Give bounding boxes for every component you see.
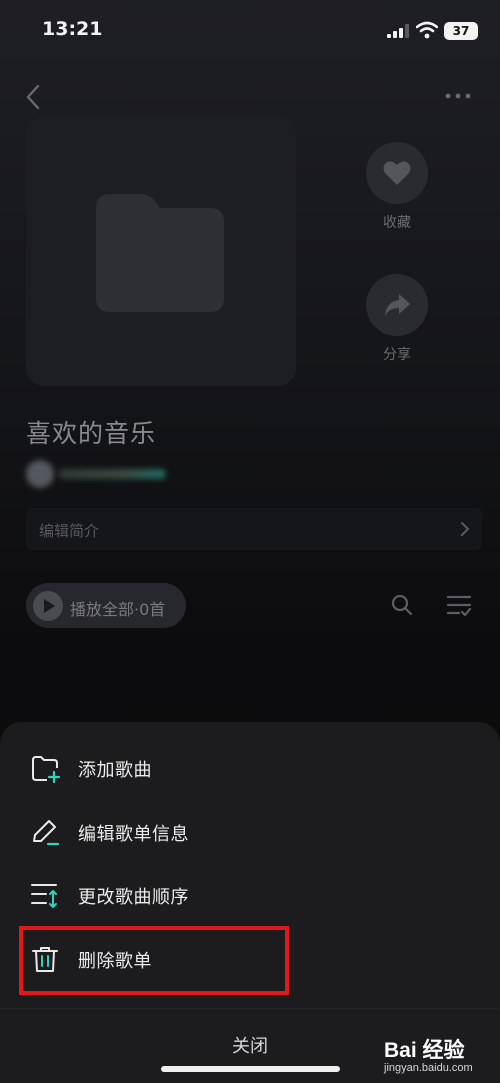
pencil-icon [33,820,60,846]
status-bar: 13:21 37 [0,0,500,62]
close-button[interactable]: 关闭 [200,1032,300,1062]
screen: 13:21 37 收藏 分享 喜欢的音乐 编辑简介 播放全部·0首 添加歌曲 编… [0,0,500,1083]
watermark-logo: Bai 经验 [384,1039,465,1062]
sort-list-icon[interactable] [445,592,473,620]
add-songs-label: 添加歌曲 [78,760,152,781]
favorite-label: 收藏 [383,215,411,231]
folder-icon [96,194,224,312]
creator-info[interactable] [26,460,171,488]
sheet-divider [0,1008,500,1009]
share-circle [366,274,428,336]
status-time: 13:21 [42,18,103,40]
reorder-icon [31,884,57,908]
play-all-label: 播放全部·0首 [70,600,166,619]
favorite-button[interactable]: 收藏 [364,142,430,232]
watermark-url: jingyan.baidu.com [384,1062,473,1074]
playlist-cover [26,116,296,386]
highlight-annotation-box [19,926,289,995]
home-indicator [161,1066,340,1072]
chevron-right-icon [461,522,470,536]
bottom-sheet: 添加歌曲 编辑歌单信息 更改歌曲顺序 删除歌单 关闭 [0,722,500,1083]
share-label: 分享 [383,347,411,363]
share-button[interactable]: 分享 [364,274,430,364]
edit-intro-row[interactable]: 编辑简介 [26,508,482,550]
play-all-button[interactable]: 播放全部·0首 [26,583,186,628]
creator-name-blurred [58,469,166,479]
baidu-watermark: Bai 经验 jingyan.baidu.com [380,1032,500,1083]
play-icon [33,591,63,621]
add-songs-item[interactable]: 添加歌曲 [18,740,478,796]
playlist-title: 喜欢的音乐 [26,419,157,448]
edit-playlist-info-label: 编辑歌单信息 [78,824,189,845]
heart-icon [383,161,411,185]
favorite-circle [366,142,428,204]
share-arrow-icon [385,294,410,316]
change-song-order-label: 更改歌曲顺序 [78,887,189,908]
avatar [26,460,54,488]
edit-playlist-info-item[interactable]: 编辑歌单信息 [18,804,478,860]
more-options-icon[interactable] [440,86,476,106]
cellular-signal-icon [387,24,409,38]
battery-indicator: 37 [444,22,478,40]
change-song-order-item[interactable]: 更改歌曲顺序 [18,867,478,923]
wifi-icon [416,21,438,39]
folder-add-icon [32,756,60,783]
search-icon[interactable] [390,593,414,617]
edit-intro-label: 编辑简介 [39,522,100,540]
back-arrow-icon[interactable] [20,82,46,112]
